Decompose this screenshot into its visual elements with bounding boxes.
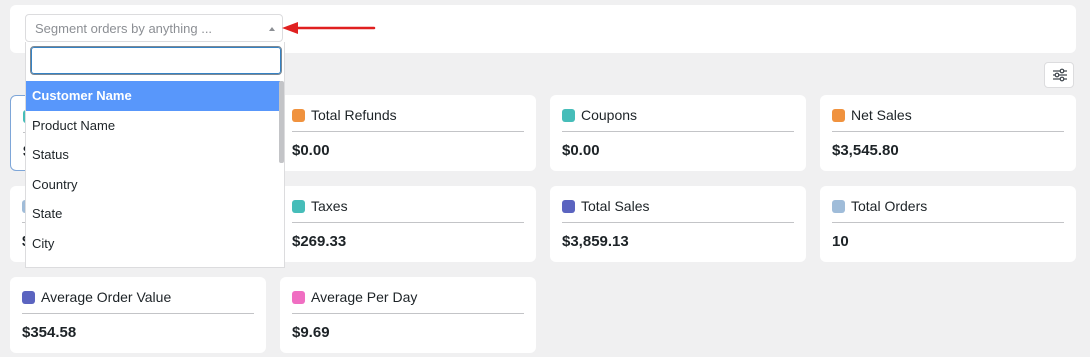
metric-card-coupons[interactable]: Coupons $0.00 [550, 95, 806, 171]
segment-option[interactable]: Country [26, 170, 280, 200]
card-label: Taxes [311, 198, 348, 214]
segment-option[interactable]: Customer Name [26, 81, 280, 111]
metric-card-net-sales[interactable]: Net Sales $3,545.80 [820, 95, 1076, 171]
sliders-icon [1053, 68, 1067, 82]
segment-option[interactable]: State [26, 199, 280, 229]
metric-card-average-order-value[interactable]: Average Order Value $354.58 [10, 277, 266, 353]
metric-card-average-per-day[interactable]: Average Per Day $9.69 [280, 277, 536, 353]
card-divider [292, 222, 524, 223]
segment-dropdown: Customer Name Product Name Status Countr… [25, 42, 285, 268]
color-swatch [292, 199, 305, 213]
color-swatch [562, 108, 575, 122]
card-label: Net Sales [851, 107, 912, 123]
segment-option[interactable]: Status [26, 140, 280, 170]
card-value: $9.69 [292, 324, 330, 341]
card-value: $354.58 [22, 324, 77, 341]
color-swatch [832, 199, 845, 213]
card-label: Total Sales [581, 198, 650, 214]
color-swatch [292, 108, 305, 122]
card-divider [562, 131, 794, 132]
filter-settings-button[interactable] [1044, 62, 1074, 88]
caret-up-icon [269, 27, 275, 31]
segment-placeholder: Segment orders by anything ... [35, 21, 213, 36]
card-divider [832, 222, 1064, 223]
dropdown-scrollbar[interactable] [279, 81, 284, 163]
segment-option[interactable]: Product Name [26, 111, 280, 141]
color-swatch [22, 290, 35, 304]
metric-card-taxes[interactable]: Taxes $269.33 [280, 186, 536, 262]
segment-search-input[interactable] [30, 46, 282, 75]
card-divider [292, 131, 524, 132]
card-value: 10 [832, 233, 849, 250]
card-value: $0.00 [562, 142, 600, 159]
card-value: $0.00 [292, 142, 330, 159]
card-divider [292, 313, 524, 314]
metric-card-total-sales[interactable]: Total Sales $3,859.13 [550, 186, 806, 262]
card-label: Total Refunds [311, 107, 397, 123]
card-divider [832, 131, 1064, 132]
card-value: $3,859.13 [562, 233, 629, 250]
annotation-arrow-icon [282, 22, 376, 34]
color-swatch [832, 108, 845, 122]
color-swatch [562, 199, 575, 213]
segment-option[interactable]: City [26, 229, 280, 259]
color-swatch [292, 290, 305, 304]
segment-option[interactable]: Discount [26, 258, 280, 267]
card-value: $3,545.80 [832, 142, 899, 159]
metric-card-total-orders[interactable]: Total Orders 10 [820, 186, 1076, 262]
card-label: Average Order Value [41, 289, 172, 305]
card-value: $269.33 [292, 233, 347, 250]
card-label: Coupons [581, 107, 638, 123]
card-label: Average Per Day [311, 289, 418, 305]
card-divider [562, 222, 794, 223]
segment-select[interactable]: Segment orders by anything ... [25, 14, 283, 42]
card-label: Total Orders [851, 198, 928, 214]
metric-card-total-refunds[interactable]: Total Refunds $0.00 [280, 95, 536, 171]
card-divider [22, 313, 254, 314]
segment-options-list: Customer Name Product Name Status Countr… [26, 81, 280, 267]
